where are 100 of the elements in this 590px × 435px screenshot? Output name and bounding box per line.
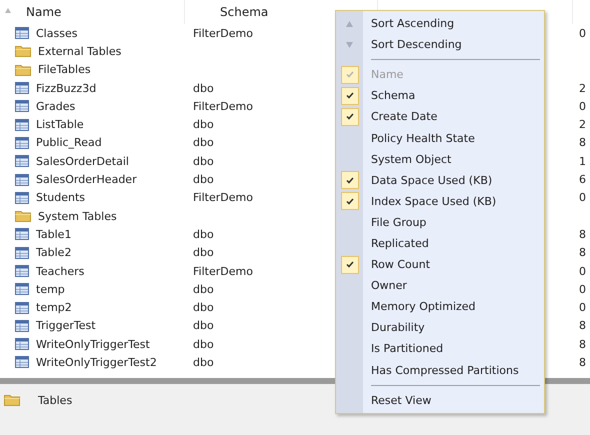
schema-cell: dbo xyxy=(193,301,214,314)
schema-cell: dbo xyxy=(193,228,214,241)
table-name[interactable]: temp2 xyxy=(36,301,72,314)
table-cell: 0 xyxy=(579,191,586,204)
checkmark-icon xyxy=(346,176,354,184)
checkmark-icon xyxy=(346,92,354,100)
checkmark-icon xyxy=(346,71,354,78)
table-icon xyxy=(15,155,29,168)
table-icon xyxy=(15,192,29,204)
schema-cell: FilterDemo xyxy=(193,100,253,113)
schema-cell: dbo xyxy=(193,356,214,369)
table-name[interactable]: FizzBuzz3d xyxy=(36,82,96,95)
schema-cell: dbo xyxy=(193,82,214,95)
table-icon xyxy=(15,118,29,131)
table-name[interactable]: Grades xyxy=(36,100,76,113)
menu-item[interactable]: Sort Ascending xyxy=(363,17,454,30)
table-cell: 0 xyxy=(579,264,586,278)
table-cell: 8 xyxy=(579,246,586,260)
table-name[interactable]: Table2 xyxy=(36,246,72,260)
table-name[interactable]: Classes xyxy=(36,26,78,40)
menu-item[interactable]: Policy Health State xyxy=(363,132,475,145)
table-name[interactable]: System Tables xyxy=(38,210,117,223)
table-icon xyxy=(15,265,29,277)
sort-descending-icon xyxy=(346,42,353,48)
table-name[interactable]: Public_Read xyxy=(36,136,102,150)
schema-cell: dbo xyxy=(193,319,214,332)
sort-ascending-icon xyxy=(346,20,353,27)
table-name[interactable]: FileTables xyxy=(38,63,91,76)
schema-cell: dbo xyxy=(193,173,214,186)
table-icon xyxy=(15,302,29,314)
table-cell: 1 xyxy=(579,154,586,168)
folder-icon xyxy=(4,394,20,406)
table-cell: 0 xyxy=(579,282,586,296)
folder-icon xyxy=(15,210,31,222)
table-icon xyxy=(15,82,29,94)
folder-icon xyxy=(15,64,31,76)
menu-item[interactable]: Schema xyxy=(363,89,416,102)
table-icon xyxy=(15,338,29,350)
menu-item[interactable]: Memory Optimized xyxy=(363,300,476,314)
table-icon xyxy=(15,100,29,112)
menu-item[interactable]: Has Compressed Partitions xyxy=(363,364,519,377)
schema-cell: FilterDemo xyxy=(193,26,253,40)
table-icon xyxy=(15,320,29,332)
table-cell: 6 xyxy=(579,173,586,186)
menu-item[interactable]: Replicated xyxy=(363,236,429,250)
menu-item[interactable]: Reset View xyxy=(363,394,432,407)
table-icon xyxy=(15,246,29,259)
menu-item[interactable]: Data Space Used (KB) xyxy=(363,174,492,187)
menu-item[interactable]: Durability xyxy=(363,321,425,334)
table-cell: 8 xyxy=(579,136,586,150)
schema-cell: dbo xyxy=(193,246,214,260)
table-icon xyxy=(15,174,29,186)
menu-item[interactable]: Sort Descending xyxy=(363,38,462,52)
table-icon xyxy=(15,283,29,296)
table-cell: 8 xyxy=(579,356,586,369)
menu-item[interactable]: Is Partitioned xyxy=(363,342,444,356)
checkbox[interactable] xyxy=(340,171,358,190)
column-header[interactable]: Name xyxy=(26,5,62,19)
table-name[interactable]: Table1 xyxy=(36,228,72,241)
table-name[interactable]: WriteOnlyTriggerTest2 xyxy=(36,356,157,369)
folder-icon xyxy=(15,45,31,58)
schema-cell: dbo xyxy=(193,338,214,351)
checkbox[interactable] xyxy=(340,108,358,126)
schema-cell: FilterDemo xyxy=(193,191,253,204)
table-icon xyxy=(15,27,29,40)
menu-item[interactable]: Row Count xyxy=(363,258,430,272)
schema-cell: dbo xyxy=(193,136,214,150)
table-cell: 8 xyxy=(579,228,586,241)
table-cell: 0 xyxy=(579,100,586,113)
table-name[interactable]: Students xyxy=(36,191,86,204)
menu-item[interactable]: Create Date xyxy=(363,110,438,124)
table-name[interactable]: External Tables xyxy=(38,44,122,58)
checkmark-icon xyxy=(346,113,354,120)
schema-cell: dbo xyxy=(193,154,214,168)
table-name[interactable]: Teachers xyxy=(36,264,84,278)
table-name[interactable]: TriggerTest xyxy=(36,319,96,332)
schema-cell: dbo xyxy=(193,282,214,296)
menu-item[interactable]: Owner xyxy=(363,279,407,292)
schema-cell: dbo xyxy=(193,118,214,132)
table-name[interactable]: SalesOrderHeader xyxy=(36,173,137,186)
column-header[interactable]: Schema xyxy=(220,5,268,19)
table-name[interactable]: SalesOrderDetail xyxy=(36,154,129,168)
table-name[interactable]: temp xyxy=(36,282,65,296)
table-name[interactable]: ListTable xyxy=(36,118,84,132)
status-label: Tables xyxy=(38,394,72,407)
table-name[interactable]: WriteOnlyTriggerTest xyxy=(36,338,150,351)
table-cell: 0 xyxy=(579,26,586,40)
checkmark-icon xyxy=(346,198,354,205)
table-cell: 2 xyxy=(579,82,586,95)
checkmark-icon xyxy=(346,261,354,268)
table-icon xyxy=(15,356,29,368)
table-cell: 0 xyxy=(579,301,586,314)
menu-item[interactable]: File Group xyxy=(363,216,426,229)
table-icon xyxy=(15,136,29,149)
checkbox[interactable] xyxy=(340,192,358,210)
checkbox[interactable] xyxy=(340,86,358,105)
menu-item[interactable]: Index Space Used (KB) xyxy=(363,194,496,208)
checkbox[interactable] xyxy=(340,256,358,274)
schema-cell: FilterDemo xyxy=(193,264,253,278)
menu-item[interactable]: System Object xyxy=(363,152,452,166)
